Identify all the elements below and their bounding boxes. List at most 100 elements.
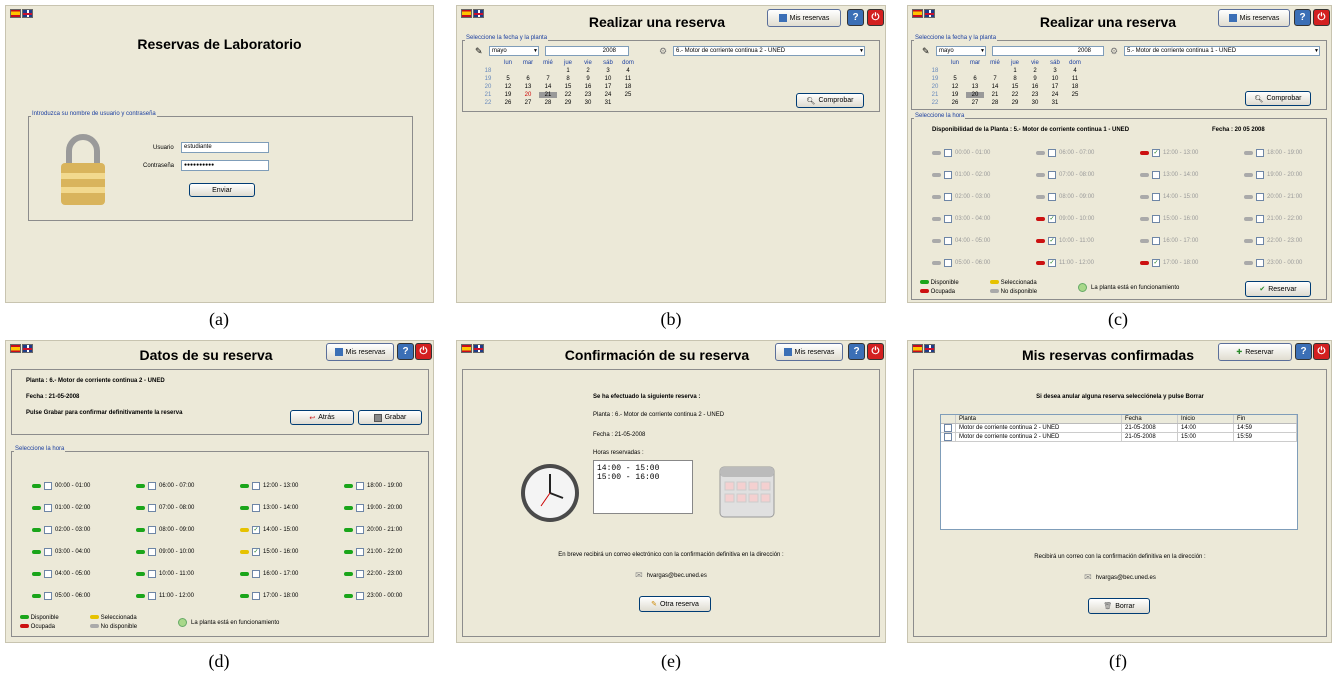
hour-slot[interactable]: 23:00 - 00:00 — [344, 592, 402, 600]
cal-day[interactable]: 3 — [599, 68, 617, 74]
hour-slot[interactable]: 21:00 - 22:00 — [1244, 215, 1302, 223]
slot-checkbox[interactable] — [1048, 171, 1056, 179]
english-flag-icon[interactable] — [22, 344, 33, 353]
cal-day[interactable]: 12 — [499, 84, 517, 90]
help-icon[interactable]: ? — [1295, 343, 1312, 360]
spanish-flag-icon[interactable] — [461, 344, 472, 353]
cal-day[interactable]: 3 — [1046, 68, 1064, 74]
hour-slot[interactable]: 22:00 - 23:00 — [344, 570, 402, 578]
slot-checkbox[interactable] — [1152, 193, 1160, 201]
cal-day[interactable]: 30 — [579, 100, 597, 106]
slot-checkbox[interactable] — [356, 482, 364, 490]
cal-day[interactable]: 8 — [1006, 76, 1024, 82]
hour-slot[interactable]: 02:00 - 03:00 — [32, 526, 90, 534]
slot-checkbox[interactable] — [252, 570, 260, 578]
hour-slot[interactable]: 16:00 - 17:00 — [240, 570, 298, 578]
cal-day[interactable]: 21 — [986, 92, 1004, 98]
hour-slot[interactable]: 22:00 - 23:00 — [1244, 237, 1302, 245]
cal-day[interactable]: 15 — [559, 84, 577, 90]
hour-slot[interactable]: 16:00 - 17:00 — [1140, 237, 1198, 245]
cal-day[interactable]: 16 — [1026, 84, 1044, 90]
hour-slot[interactable]: 20:00 - 21:00 — [344, 526, 402, 534]
slot-checkbox[interactable]: ✓ — [1152, 259, 1160, 267]
hour-slot[interactable]: 06:00 - 07:00 — [1036, 149, 1094, 157]
power-icon[interactable]: ⏻ — [415, 343, 432, 360]
hour-slot[interactable]: ✓ 17:00 - 18:00 — [1140, 259, 1198, 267]
cal-day[interactable]: 27 — [966, 100, 984, 106]
cal-day[interactable]: 27 — [519, 100, 537, 106]
month-select[interactable]: mayo ▼ — [489, 46, 539, 56]
slot-checkbox[interactable] — [148, 592, 156, 600]
hour-slot[interactable]: 04:00 - 05:00 — [932, 237, 990, 245]
cal-day[interactable] — [539, 68, 557, 74]
column-header[interactable]: Fin — [1233, 415, 1297, 424]
cal-day-selected[interactable]: 20 — [966, 92, 984, 98]
cal-day[interactable]: 29 — [559, 100, 577, 106]
row-checkbox[interactable] — [944, 432, 952, 441]
slot-checkbox[interactable] — [44, 504, 52, 512]
slot-checkbox[interactable] — [252, 504, 260, 512]
cal-day[interactable]: 9 — [579, 76, 597, 82]
slot-checkbox[interactable] — [44, 526, 52, 534]
hour-slot[interactable]: 03:00 - 04:00 — [932, 215, 990, 223]
cal-day[interactable]: 23 — [579, 92, 597, 98]
cal-day[interactable]: 1 — [1006, 68, 1024, 74]
help-icon[interactable]: ? — [847, 9, 864, 26]
submit-button[interactable]: Enviar — [189, 183, 255, 197]
hour-slot[interactable]: 08:00 - 09:00 — [136, 526, 194, 534]
cal-day[interactable]: 2 — [579, 68, 597, 74]
cal-day[interactable]: 22 — [559, 92, 577, 98]
slot-checkbox[interactable] — [44, 482, 52, 490]
spanish-flag-icon[interactable] — [10, 9, 21, 18]
spanish-flag-icon[interactable] — [461, 9, 472, 18]
slot-checkbox[interactable] — [944, 193, 952, 201]
username-input[interactable]: estudiante — [181, 142, 269, 153]
cal-day[interactable]: 28 — [986, 100, 1004, 106]
hour-slot[interactable]: ✓ 10:00 - 11:00 — [1036, 237, 1094, 245]
english-flag-icon[interactable] — [473, 9, 484, 18]
hour-slot[interactable]: 17:00 - 18:00 — [240, 592, 298, 600]
cal-day[interactable] — [1066, 100, 1084, 106]
cal-day[interactable]: 24 — [599, 92, 617, 98]
cal-day[interactable]: 5 — [946, 76, 964, 82]
cal-day[interactable]: 1 — [559, 68, 577, 74]
cal-day[interactable]: 6 — [519, 76, 537, 82]
reserve-button[interactable]: ✔ Reservar — [1245, 281, 1311, 297]
english-flag-icon[interactable] — [924, 344, 935, 353]
year-spinner[interactable]: 2008 — [545, 46, 629, 56]
slot-checkbox[interactable] — [44, 592, 52, 600]
hour-slot[interactable]: 04:00 - 05:00 — [32, 570, 90, 578]
hour-slot[interactable]: 02:00 - 03:00 — [932, 193, 990, 201]
hour-slot[interactable]: ✓ 11:00 - 12:00 — [1036, 259, 1094, 267]
table-row[interactable]: Motor de corriente continua 2 - UNED 21-… — [941, 432, 1297, 442]
hour-slot[interactable]: ✓ 09:00 - 10:00 — [1036, 215, 1094, 223]
cal-day[interactable]: 25 — [619, 92, 637, 98]
cal-day[interactable]: 12 — [946, 84, 964, 90]
slot-checkbox[interactable] — [944, 149, 952, 157]
hour-slot[interactable]: 13:00 - 14:00 — [1140, 171, 1198, 179]
slot-checkbox[interactable] — [1152, 237, 1160, 245]
my-reservations-button[interactable]: Mis reservas — [1218, 9, 1290, 27]
cal-day[interactable]: 11 — [619, 76, 637, 82]
cal-day[interactable]: 23 — [1026, 92, 1044, 98]
cal-day[interactable] — [519, 68, 537, 74]
cal-day-selected[interactable]: 21 — [539, 92, 557, 98]
plant-select[interactable]: 5.- Motor de corriente continua 1 - UNED… — [1124, 46, 1320, 56]
back-button[interactable]: ↩ Atrás — [290, 410, 354, 425]
hour-slot[interactable]: ✓ 12:00 - 13:00 — [1140, 149, 1198, 157]
hour-slot[interactable]: 18:00 - 19:00 — [1244, 149, 1302, 157]
cal-day[interactable]: 16 — [579, 84, 597, 90]
cal-day[interactable]: 17 — [1046, 84, 1064, 90]
cal-day[interactable]: 13 — [519, 84, 537, 90]
hour-slot[interactable]: ✓ 15:00 - 16:00 — [240, 548, 298, 556]
check-button[interactable]: 🔍︎ Comprobar — [796, 93, 864, 108]
cal-day[interactable]: 20 — [519, 92, 537, 98]
cal-day[interactable]: 10 — [599, 76, 617, 82]
cal-day[interactable]: 19 — [499, 92, 517, 98]
hour-slot[interactable]: 07:00 - 08:00 — [136, 504, 194, 512]
cal-day[interactable]: 10 — [1046, 76, 1064, 82]
slot-checkbox[interactable] — [356, 526, 364, 534]
cal-day[interactable]: 24 — [1046, 92, 1064, 98]
slot-checkbox[interactable]: ✓ — [252, 548, 260, 556]
slot-checkbox[interactable]: ✓ — [1152, 149, 1160, 157]
